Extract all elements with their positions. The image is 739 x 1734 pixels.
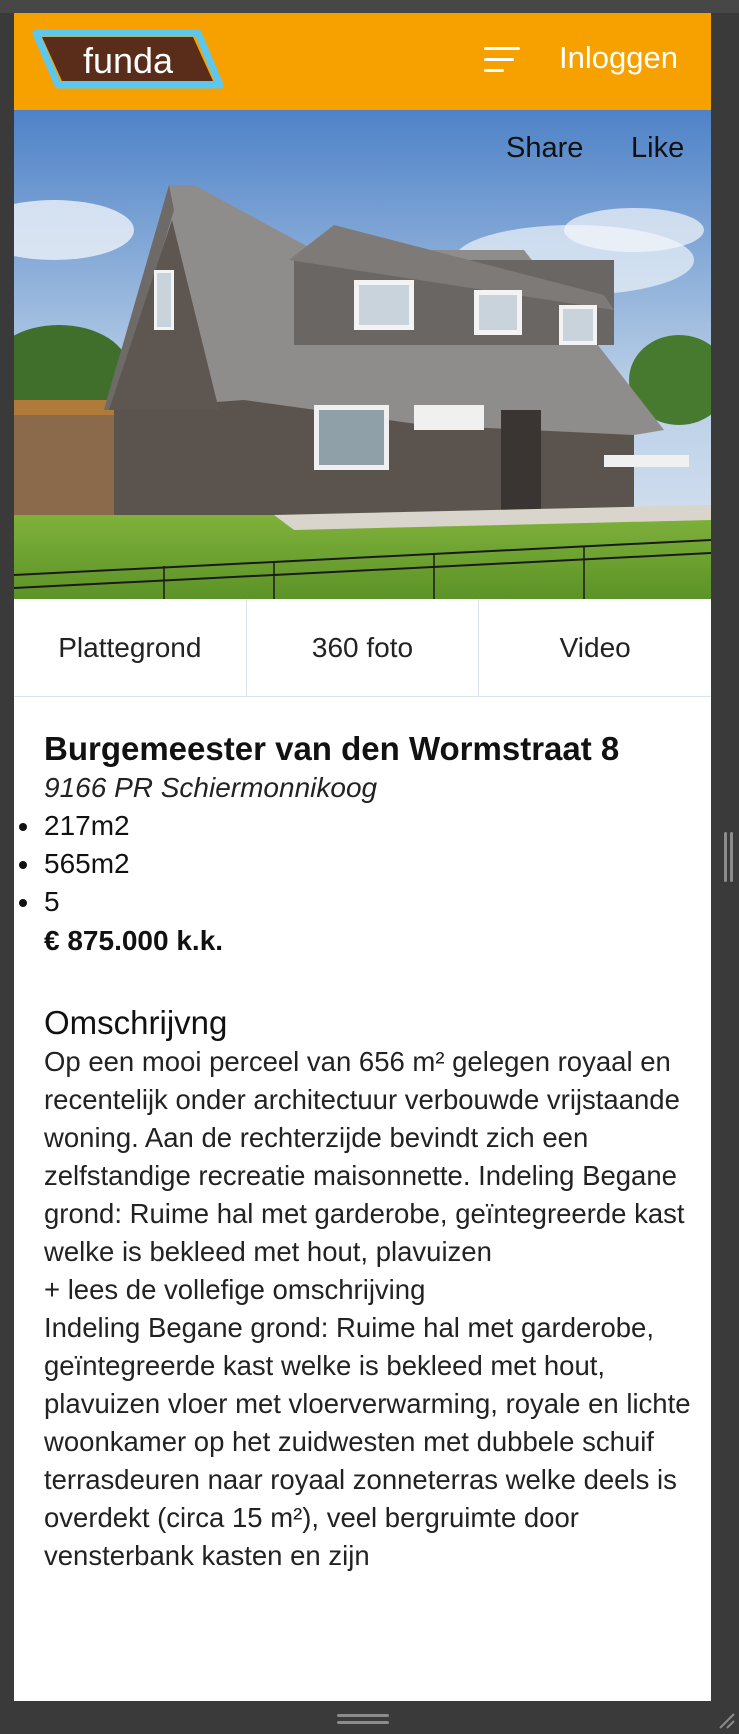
tab-360-photo[interactable]: 360 foto <box>247 599 480 696</box>
device-frame: funda Inloggen Share Like Plattegrond 36… <box>0 0 739 1734</box>
side-resize-handle[interactable] <box>724 832 734 882</box>
description-intro: Op een mooi perceel van 656 m² gelegen r… <box>44 1046 685 1267</box>
funda-logo[interactable]: funda <box>30 29 226 95</box>
like-button[interactable]: Like <box>631 132 684 165</box>
listing-price: € 875.000 k.k. <box>44 925 224 956</box>
feature-plot-area: 565m2 <box>19 845 694 883</box>
logo-text: funda <box>83 40 174 81</box>
media-tabs: Plattegrond 360 foto Video <box>14 599 711 697</box>
bottom-resize-handle[interactable] <box>337 1714 389 1726</box>
listing-street: Burgemeester van den Wormstraat 8 <box>44 730 620 767</box>
feature-rooms: 5 <box>19 883 694 921</box>
read-more-link[interactable]: + lees de vollefige omschrijving <box>44 1271 694 1309</box>
site-header: funda Inloggen <box>14 13 711 110</box>
tab-video[interactable]: Video <box>479 599 711 696</box>
description-full: Indeling Begane grond: Ruime hal met gar… <box>44 1312 691 1571</box>
frame-top-edge <box>0 0 739 13</box>
mobile-screen: funda Inloggen Share Like Plattegrond 36… <box>14 13 711 1701</box>
share-button[interactable]: Share <box>506 132 583 165</box>
hero-photo[interactable]: Share Like <box>14 110 711 599</box>
listing-content: Burgemeester van den Wormstraat 8 9166 P… <box>19 729 694 1575</box>
house-photo <box>14 110 711 599</box>
feature-list: 217m2 565m2 5 <box>19 807 694 921</box>
tab-floorplan[interactable]: Plattegrond <box>14 599 247 696</box>
login-link[interactable]: Inloggen <box>559 40 678 76</box>
feature-living-area: 217m2 <box>19 807 694 845</box>
description-heading: Omschrijvng <box>44 1004 228 1041</box>
corner-resize-grip-icon[interactable] <box>718 1712 736 1730</box>
hamburger-menu-icon[interactable] <box>484 47 524 75</box>
listing-postal-city: 9166 PR Schiermonnikoog <box>44 772 378 803</box>
